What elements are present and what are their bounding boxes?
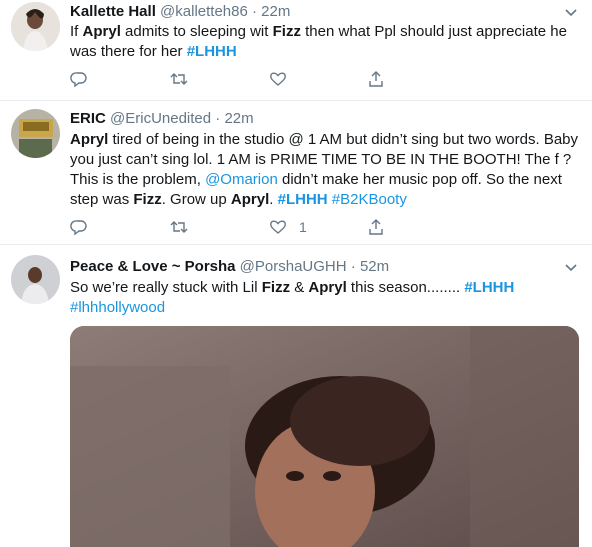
retweet-button[interactable] [170,217,200,237]
highlighted-keyword: Apryl [70,131,109,148]
user-handle[interactable]: @PorshaUGHH [240,258,347,275]
user-handle[interactable]: @EricUnedited [110,110,211,127]
highlighted-keyword: Fizz [272,23,301,40]
tweet-text: Apryl tired of being in the studio @ 1 A… [70,130,580,210]
hashtag-link[interactable]: #LHHH [278,191,328,208]
timestamp[interactable]: 22m [261,3,290,20]
share-icon [369,219,383,235]
user-handle[interactable]: @kalletteh86 [160,3,248,20]
separator: · [252,3,257,20]
mention-link[interactable]: @Omarion [205,171,278,188]
separator: · [350,258,356,275]
highlighted-keyword: Apryl [82,23,121,40]
avatar[interactable] [11,2,60,51]
like-button[interactable] [269,69,299,89]
avatar[interactable] [11,255,60,304]
hashtag-link[interactable]: #LHHH [464,279,514,296]
tweet-text: So we’re really stuck with Lil Fizz & Ap… [70,278,580,318]
reply-button[interactable] [70,69,100,89]
text-segment: admits to sleeping wit [120,23,273,40]
timestamp[interactable]: 22m [224,110,253,127]
tweet-text: If Apryl admits to sleeping wit Fizz the… [70,22,580,62]
tweet-actions: 1 [70,217,390,237]
like-button[interactable]: 1 [269,217,307,237]
display-name[interactable]: Peace & Love ~ Porsha [70,258,236,275]
reply-button[interactable] [70,217,100,237]
text-segment: So we’re really stuck with Lil [70,279,262,296]
share-button[interactable] [367,217,385,237]
separator: · [215,110,221,127]
reply-icon [70,72,87,88]
hashtag-link[interactable]: #B2KBooty [332,191,407,208]
chevron-down-icon[interactable] [562,3,580,21]
share-button[interactable] [367,69,385,89]
tweet-actions [70,69,390,89]
like-count: 1 [299,219,307,235]
tweet-header: ERIC @EricUnedited · 22m [70,109,254,129]
share-icon [369,71,383,87]
tweet-header: Kallette Hall @kalletteh86 · 22m [70,2,290,22]
like-icon [270,220,286,234]
avatar[interactable] [11,109,60,158]
retweet-button[interactable] [170,69,200,89]
text-segment: If [70,23,83,40]
highlighted-keyword: Fizz [133,191,162,208]
hashtag-link[interactable]: #lhhhollywood [70,299,165,316]
highlighted-keyword: Apryl [308,279,347,296]
chevron-down-icon[interactable] [562,258,580,276]
text-segment: . [269,191,278,208]
retweet-icon [170,221,188,233]
text-segment: . Grow up [161,191,231,208]
retweet-icon [170,73,188,85]
highlighted-keyword: Apryl [230,191,270,208]
text-segment: this season........ [346,279,465,296]
display-name[interactable]: ERIC [70,110,106,127]
reply-icon [70,220,87,236]
tweet-2[interactable]: ERIC @EricUnedited · 22m Apryl tired of … [0,101,592,245]
display-name[interactable]: Kallette Hall [70,3,156,20]
hashtag-link[interactable]: #LHHH [187,43,237,60]
highlighted-keyword: Fizz [261,279,291,296]
text-segment: & [290,279,309,296]
tweet-1[interactable]: Kallette Hall @kalletteh86 · 22m If Apry… [0,0,592,101]
timestamp[interactable]: 52m [360,258,389,275]
tweet-media-image[interactable] [70,326,579,547]
tweet-header: Peace & Love ~ Porsha @PorshaUGHH · 52m [70,257,389,277]
like-icon [270,72,286,86]
